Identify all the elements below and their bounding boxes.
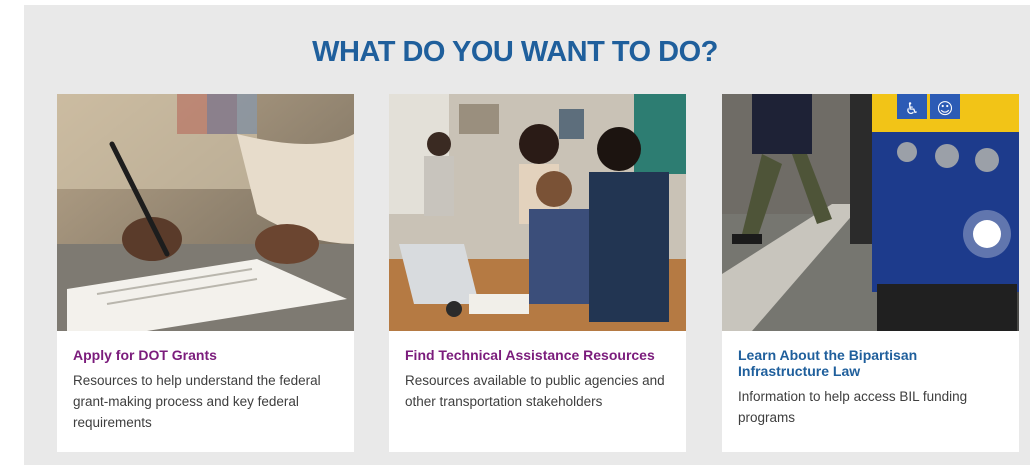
card-description: Resources available to public agencies a…	[405, 373, 665, 409]
team-at-laptop-photo[interactable]	[389, 94, 686, 331]
card-apply-grants[interactable]: Apply for DOT Grants Resources to help u…	[57, 94, 354, 452]
section-heading: WHAT DO YOU WANT TO DO?	[312, 36, 718, 68]
card-technical-assistance[interactable]: Find Technical Assistance Resources Reso…	[389, 94, 686, 452]
technical-assistance-link[interactable]: Find Technical Assistance Resources	[405, 347, 670, 363]
card-bil[interactable]: ♿ ☺ Learn About the Bipartisan Infrastru…	[722, 94, 1019, 452]
card-description: Information to help access BIL funding p…	[738, 389, 968, 425]
signing-documents-photo[interactable]	[57, 94, 354, 331]
accessible-bus-photo[interactable]: ♿ ☺	[722, 94, 1019, 331]
svg-text:♿: ♿	[905, 99, 919, 118]
svg-text:☺: ☺	[937, 99, 954, 118]
bil-link[interactable]: Learn About the Bipartisan Infrastructur…	[738, 347, 1003, 379]
apply-grants-link[interactable]: Apply for DOT Grants	[73, 347, 338, 363]
card-description: Resources to help understand the federal…	[73, 373, 321, 430]
